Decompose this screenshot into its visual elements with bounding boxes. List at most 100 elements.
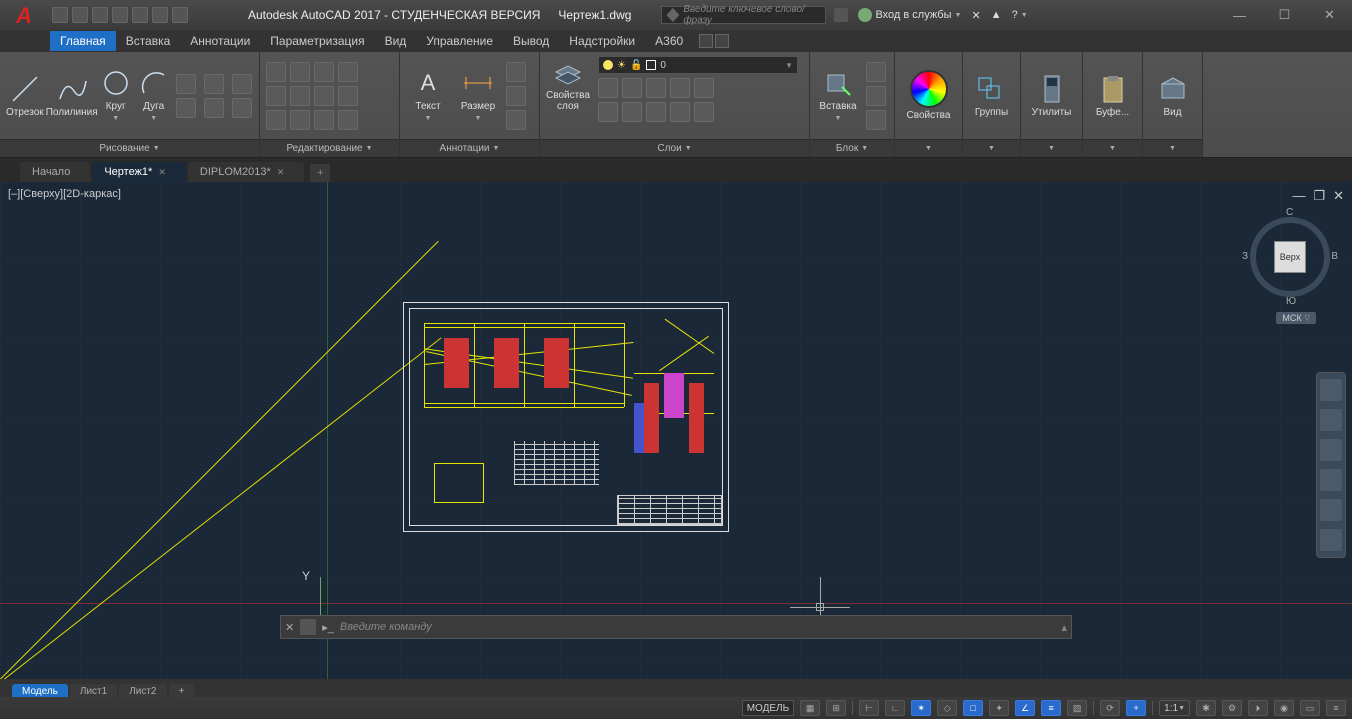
tool-text[interactable]: AТекст▼	[406, 67, 450, 124]
tab-insert[interactable]: Вставка	[116, 31, 181, 51]
panel-modify-title[interactable]: Редактирование▼	[260, 139, 399, 157]
tool-fillet-icon[interactable]	[314, 86, 334, 106]
search-submit-button[interactable]	[834, 8, 848, 22]
panel-draw-title[interactable]: Рисование▼	[0, 139, 259, 157]
layer-del-icon[interactable]	[670, 102, 690, 122]
status-annomon-icon[interactable]: ✱	[1196, 700, 1216, 716]
tool-create-block-icon[interactable]	[866, 62, 886, 82]
panel-properties-title[interactable]: ▼	[895, 139, 962, 157]
layer-off-icon[interactable]	[598, 78, 618, 98]
tool-hatch-icon[interactable]	[232, 74, 252, 94]
close-button[interactable]: ✕	[1307, 0, 1352, 30]
status-otrack-icon[interactable]: ∠	[1015, 700, 1035, 716]
tool-table-icon[interactable]	[506, 86, 526, 106]
tab-home[interactable]: Главная	[50, 31, 116, 51]
tab-output[interactable]: Вывод	[503, 31, 559, 51]
tool-rotate-icon[interactable]	[290, 62, 310, 82]
tool-edit-block-icon[interactable]	[866, 86, 886, 106]
panel-clipboard-title[interactable]: ▼	[1083, 139, 1142, 157]
layer-match-icon[interactable]	[598, 102, 618, 122]
tool-region-icon[interactable]	[232, 98, 252, 118]
tool-paste[interactable]: Буфе...	[1091, 73, 1135, 118]
layer-iso-icon[interactable]	[622, 78, 642, 98]
nav-wheel-icon[interactable]	[1320, 379, 1342, 401]
tool-point-icon[interactable]	[204, 98, 224, 118]
status-isolate-icon[interactable]: ◉	[1274, 700, 1294, 716]
status-3dosnap-icon[interactable]: ✦	[989, 700, 1009, 716]
status-cycle-icon[interactable]: ⟳	[1100, 700, 1120, 716]
tab-addins[interactable]: Надстройки	[559, 31, 645, 51]
tool-spline-icon[interactable]	[176, 98, 196, 118]
file-tab-diplom[interactable]: DIPLOM2013*✕	[188, 162, 304, 182]
status-scale[interactable]: 1:1 ▼	[1159, 700, 1190, 716]
status-hwaccel-icon[interactable]: ⏵	[1248, 700, 1268, 716]
viewcube[interactable]: Верх С Ю В З	[1250, 217, 1330, 297]
tool-scale-icon[interactable]	[290, 110, 310, 130]
signin-button[interactable]: Вход в службы▼	[858, 8, 961, 22]
status-ws-icon[interactable]: ⚙	[1222, 700, 1242, 716]
tab-minimize-ribbon[interactable]	[715, 34, 729, 48]
tool-groups[interactable]: Группы	[970, 73, 1014, 118]
tool-trim-icon[interactable]	[314, 62, 334, 82]
qat-open-icon[interactable]	[72, 7, 88, 23]
viewcube-west[interactable]: З	[1242, 251, 1248, 262]
viewcube-top-face[interactable]: Верх	[1274, 241, 1306, 273]
vp-minimize-icon[interactable]: —	[1292, 188, 1305, 204]
tab-view[interactable]: Вид	[375, 31, 417, 51]
tool-dimension[interactable]: Размер▼	[456, 67, 500, 124]
layer-prev-icon[interactable]	[622, 102, 642, 122]
tab-a360[interactable]: A360	[645, 31, 693, 51]
cmd-close-icon[interactable]: ✕	[285, 621, 294, 634]
tool-line[interactable]: Отрезок	[6, 73, 44, 118]
a360-icon[interactable]: ▲	[991, 9, 1002, 21]
new-file-tab-button[interactable]: +	[310, 164, 330, 182]
viewcube-north[interactable]: С	[1286, 207, 1293, 218]
panel-view-title[interactable]: ▼	[1143, 139, 1202, 157]
tool-copy-icon[interactable]	[266, 86, 286, 106]
layer-make-icon[interactable]	[694, 78, 714, 98]
tool-ellipse-icon[interactable]	[204, 74, 224, 94]
command-input[interactable]: Введите команду	[340, 621, 1056, 633]
exchange-apps-icon[interactable]: ✕	[971, 9, 980, 22]
tool-move-icon[interactable]	[266, 62, 286, 82]
layer-walk-icon[interactable]	[694, 102, 714, 122]
layer-lock-icon[interactable]	[670, 78, 690, 98]
status-lwt-icon[interactable]: ≡	[1041, 700, 1061, 716]
tool-measure[interactable]: Утилиты	[1030, 73, 1074, 118]
help-button[interactable]: ? ▼	[1012, 9, 1028, 21]
panel-utilities-title[interactable]: ▼	[1021, 139, 1082, 157]
tool-mirror-icon[interactable]	[290, 86, 310, 106]
tool-view-base[interactable]: Вид	[1151, 73, 1195, 118]
tool-rect-icon[interactable]	[176, 74, 196, 94]
panel-layers-title[interactable]: Слои▼	[540, 139, 809, 157]
qat-new-icon[interactable]	[52, 7, 68, 23]
vp-restore-icon[interactable]: ❐	[1313, 188, 1325, 204]
tool-circle[interactable]: Круг▼	[100, 67, 132, 124]
status-transp-icon[interactable]: ▨	[1067, 700, 1087, 716]
nav-pan-icon[interactable]	[1320, 409, 1342, 431]
tool-arc[interactable]: Дуга▼	[138, 67, 170, 124]
status-clean-icon[interactable]: ▭	[1300, 700, 1320, 716]
status-grid-icon[interactable]: ▦	[800, 700, 820, 716]
app-menu-button[interactable]: A	[4, 0, 44, 36]
tab-annotate[interactable]: Аннотации	[180, 31, 260, 51]
qat-undo-icon[interactable]	[152, 7, 168, 23]
tool-stretch-icon[interactable]	[266, 110, 286, 130]
tool-leader-icon[interactable]	[506, 62, 526, 82]
viewport-controls-label[interactable]: [–][Сверху][2D-каркас]	[8, 188, 121, 200]
qat-plot-icon[interactable]	[132, 7, 148, 23]
tool-layer-properties[interactable]: Свойства слоя	[546, 56, 590, 112]
status-ortho-icon[interactable]: ∟	[885, 700, 905, 716]
minimize-button[interactable]: —	[1217, 0, 1262, 30]
tool-array-icon[interactable]	[314, 110, 334, 130]
status-snap-icon[interactable]: ⊞	[826, 700, 846, 716]
tab-parametric[interactable]: Параметризация	[260, 31, 374, 51]
layer-freeze-icon[interactable]	[646, 78, 666, 98]
qat-save-icon[interactable]	[92, 7, 108, 23]
file-tab-current[interactable]: Чертеж1*✕	[92, 162, 186, 182]
file-tab-start[interactable]: Начало	[20, 162, 90, 182]
cmd-options-icon[interactable]	[300, 619, 316, 635]
tool-erase-icon[interactable]	[338, 62, 358, 82]
nav-orbit-icon[interactable]	[1320, 469, 1342, 491]
status-dyn-icon[interactable]: +	[1126, 700, 1146, 716]
